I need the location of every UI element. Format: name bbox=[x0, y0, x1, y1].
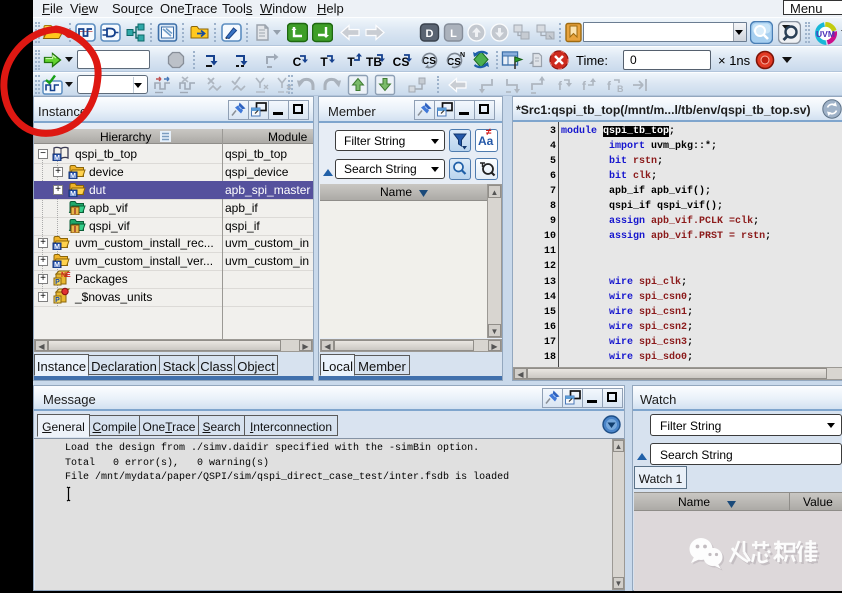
svg-text:CS: CS bbox=[393, 55, 410, 69]
svg-text:M: M bbox=[54, 155, 60, 161]
svg-text:I: I bbox=[74, 225, 76, 233]
svg-text:P: P bbox=[55, 279, 60, 286]
svg-text:UVM: UVM bbox=[816, 29, 835, 39]
svg-text:M: M bbox=[70, 191, 76, 197]
svg-text:M: M bbox=[54, 244, 60, 250]
svg-text:f: f bbox=[607, 79, 612, 93]
svg-text:T: T bbox=[347, 55, 355, 69]
svg-text:f: f bbox=[558, 79, 563, 93]
svg-text:C: C bbox=[293, 55, 302, 69]
svg-text:f: f bbox=[582, 79, 587, 93]
svg-text:D: D bbox=[426, 28, 434, 40]
svg-text:P: P bbox=[55, 297, 60, 304]
svg-text:I: I bbox=[74, 207, 76, 215]
svg-text:TB: TB bbox=[366, 55, 382, 69]
svg-text:M: M bbox=[70, 173, 76, 179]
svg-text:M: M bbox=[54, 262, 60, 268]
svg-text:B: B bbox=[617, 84, 624, 94]
svg-text:NE: NE bbox=[61, 272, 71, 279]
svg-text:L: L bbox=[450, 28, 457, 40]
svg-text:T: T bbox=[320, 55, 328, 69]
